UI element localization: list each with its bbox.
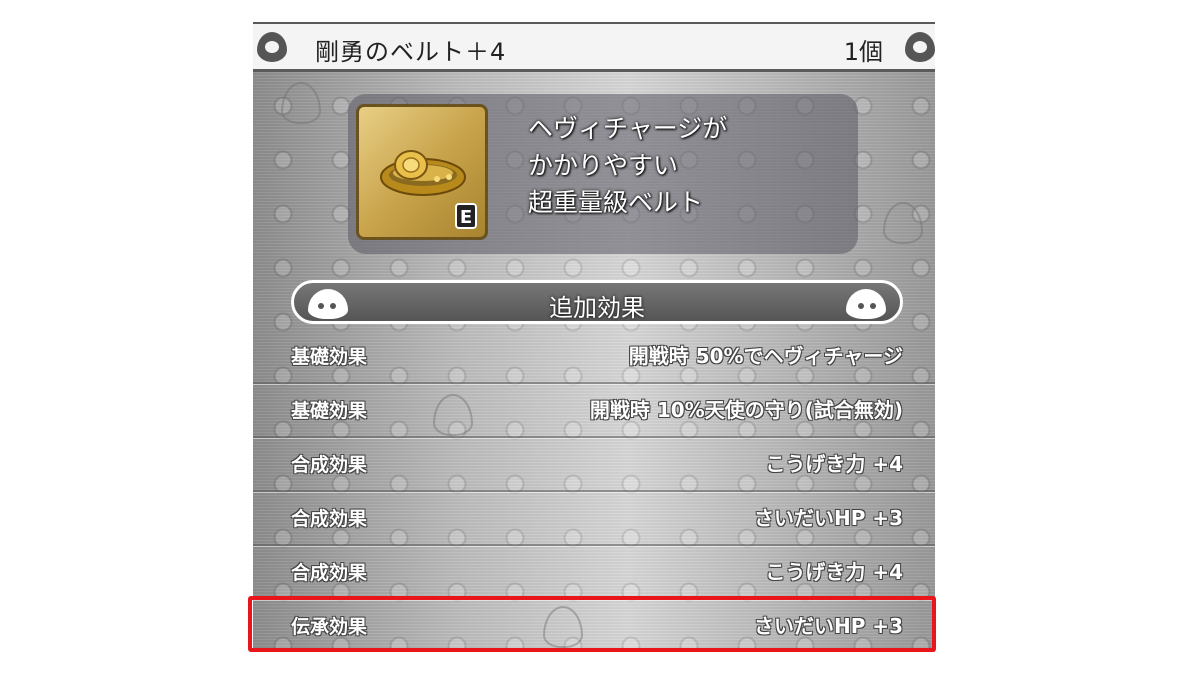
gold-belt-icon [380,150,466,196]
effect-value: さいだいHP +3 [753,506,903,530]
description-line: ヘヴィチャージが [528,114,728,143]
item-info-box: E ヘヴィチャージが かかりやすい 超重量級ベルト [348,94,858,254]
slime-drop-icon [905,32,935,62]
effect-type-label: 合成効果 [291,508,368,530]
effect-row: 合成効果 さいだいHP +3 [253,492,935,546]
effect-type-label: 合成効果 [291,562,368,584]
effect-type-label: 基礎効果 [291,400,368,422]
slime-drop-icon [257,32,287,62]
effect-row: 基礎効果 開戦時 50%でヘヴィチャージ [253,330,935,384]
description-line: 超重量級ベルト [528,188,704,217]
additional-effects-title: 追加効果 [549,294,645,322]
item-icon-frame[interactable]: E [356,104,488,240]
item-title-bar: 剛勇のベルト＋4 1個 [253,22,935,72]
effect-type-label: 基礎効果 [291,346,368,368]
effect-value: こうげき力 +4 [765,452,903,476]
equipped-badge: E [455,203,477,229]
item-detail-panel: 剛勇のベルト＋4 1個 E ヘヴィチャージが かかりやすい 超重量級ベルト 追加… [253,22,935,652]
item-description: ヘヴィチャージが かかりやすい 超重量級ベルト [528,110,727,221]
item-quantity: 1個 [843,38,883,66]
item-name: 剛勇のベルト＋4 [315,38,507,66]
effect-type-label: 合成効果 [291,454,368,476]
background-slime-icon [281,82,321,124]
description-line: かかりやすい [528,151,679,180]
effect-row: 合成効果 こうげき力 +4 [253,438,935,492]
highlight-box [248,596,936,652]
effect-row: 合成効果 こうげき力 +4 [253,546,935,600]
effect-value: 開戦時 50%でヘヴィチャージ [628,344,903,368]
effect-value: 開戦時 10%天使の守り(試合無効) [589,398,903,422]
background-slime-icon [883,202,923,244]
effect-row: 基礎効果 開戦時 10%天使の守り(試合無効) [253,384,935,438]
effect-value: こうげき力 +4 [765,560,903,584]
additional-effects-header: 追加効果 [291,280,903,324]
